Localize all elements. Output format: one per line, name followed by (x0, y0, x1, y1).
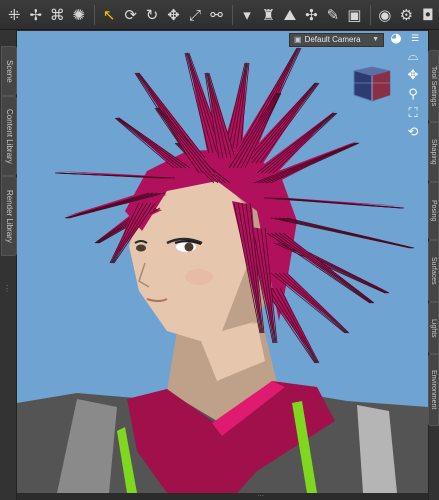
pointer-tool-icon[interactable]: ↖ (99, 4, 119, 26)
tab-render-library-label: Render Library (5, 189, 14, 243)
twist-tool-icon[interactable]: ↻ (142, 4, 162, 26)
scale-tool-icon[interactable]: ⤢ (185, 4, 205, 26)
tab-tool-settings-label: Tool Settings (430, 65, 437, 107)
main-toolbar: ⁜ ✢ ⌘ ✺ ↖ ⟳ ↻ ✥ ⤢ ⚯ ▾ ♜ ⛰ ✣ ✎ ▣ ◉ ⚙ ◘ (0, 0, 439, 30)
joint-editor-tool-icon[interactable]: ⚯ (206, 4, 226, 26)
rotate-tool-icon[interactable]: ⟳ (120, 4, 140, 26)
tab-posing-label: Posing (430, 200, 437, 222)
tab-content-library-label: Content Library (5, 108, 14, 164)
tab-tool-settings[interactable]: Tool Settings (428, 50, 439, 122)
geometry-editor-icon[interactable]: ✣ (301, 4, 321, 26)
chevron-down-icon: ▼ (372, 36, 379, 43)
surface-selection-tool-icon[interactable]: ✺ (68, 4, 88, 26)
draw-style-icon[interactable]: ◕ (388, 31, 404, 47)
toolbar-separator (231, 4, 233, 25)
render-icon[interactable]: ◉ (375, 4, 395, 26)
hair-strand (274, 232, 373, 304)
tab-shaping[interactable]: Shaping (428, 122, 439, 182)
camera-render-icon[interactable]: ◘ (418, 4, 438, 26)
translate-tool-icon[interactable]: ✥ (163, 4, 183, 26)
camera-icon: ▣ (294, 35, 302, 44)
filter-icon[interactable]: ▾ (237, 4, 257, 26)
render-settings-icon[interactable]: ⚙ (396, 4, 416, 26)
hair-strand (278, 232, 374, 304)
view-cube[interactable] (350, 65, 394, 108)
zoom-icon[interactable]: ⚲ (405, 87, 421, 103)
node-weight-icon[interactable]: ▣ (344, 4, 364, 26)
frame-icon[interactable]: ⛶ (405, 106, 421, 122)
pan-icon[interactable]: ✥ (405, 68, 421, 84)
tab-scene-label: Scene (5, 59, 14, 83)
hair-strand (278, 272, 348, 334)
resize-grip-icon[interactable]: ⋯ (257, 493, 264, 500)
hair-strand (279, 197, 405, 209)
3d-viewport[interactable]: ▣ Default Camera ▼ ◕ ☰ ⌓ ✥ ⚲ ⛶ ⟲ (17, 31, 428, 493)
far-eye (136, 244, 146, 252)
hair-strand (286, 217, 415, 249)
tab-environment[interactable]: Environment (428, 354, 439, 426)
right-pane-tabs: Tool Settings Shaping Posing Surfaces Li… (428, 30, 439, 500)
left-pane-tabs: Scene Content Library Render Library ⋮ (0, 30, 17, 500)
tab-scene[interactable]: Scene (1, 46, 17, 96)
camera-orbit-icon[interactable]: ⌓ (405, 49, 421, 65)
undo-view-icon[interactable]: ⟲ (405, 125, 421, 141)
hair-strand (282, 232, 375, 304)
universal-tool-icon[interactable]: ✢ (25, 4, 45, 26)
tab-surfaces[interactable]: Surfaces (428, 240, 439, 302)
camera-selector-label: Default Camera (304, 35, 361, 44)
toolbar-separator (369, 4, 371, 25)
viewport-options-icon[interactable]: ☰ (407, 31, 423, 47)
tab-lights[interactable]: Lights (428, 302, 439, 354)
hair-strand (114, 117, 175, 169)
node-selection-tool-icon[interactable]: ⁜ (4, 4, 24, 26)
figure-tool-icon[interactable]: ♜ (258, 4, 278, 26)
pane-grip-icon[interactable]: ⋮ (3, 284, 11, 293)
hair-strand (185, 52, 214, 154)
cheek-blush (185, 269, 213, 285)
tab-surfaces-label: Surfaces (430, 257, 437, 285)
viewport-bottom-bar: ⋯ (17, 493, 428, 500)
region-navigator-icon[interactable]: ✎ (323, 4, 343, 26)
tab-content-library[interactable]: Content Library (1, 96, 17, 176)
tab-environment-label: Environment (430, 370, 437, 410)
toolbar-separator (93, 4, 95, 25)
tab-shaping-label: Shaping (430, 139, 437, 165)
landscape-tool-icon[interactable]: ⛰ (280, 4, 300, 26)
eye-iris (184, 242, 194, 252)
tab-posing[interactable]: Posing (428, 182, 439, 240)
tab-render-library[interactable]: Render Library (1, 176, 17, 256)
camera-selector[interactable]: ▣ Default Camera ▼ (289, 33, 384, 47)
tab-lights-label: Lights (430, 318, 437, 338)
scene-tool-icon[interactable]: ⌘ (47, 4, 67, 26)
